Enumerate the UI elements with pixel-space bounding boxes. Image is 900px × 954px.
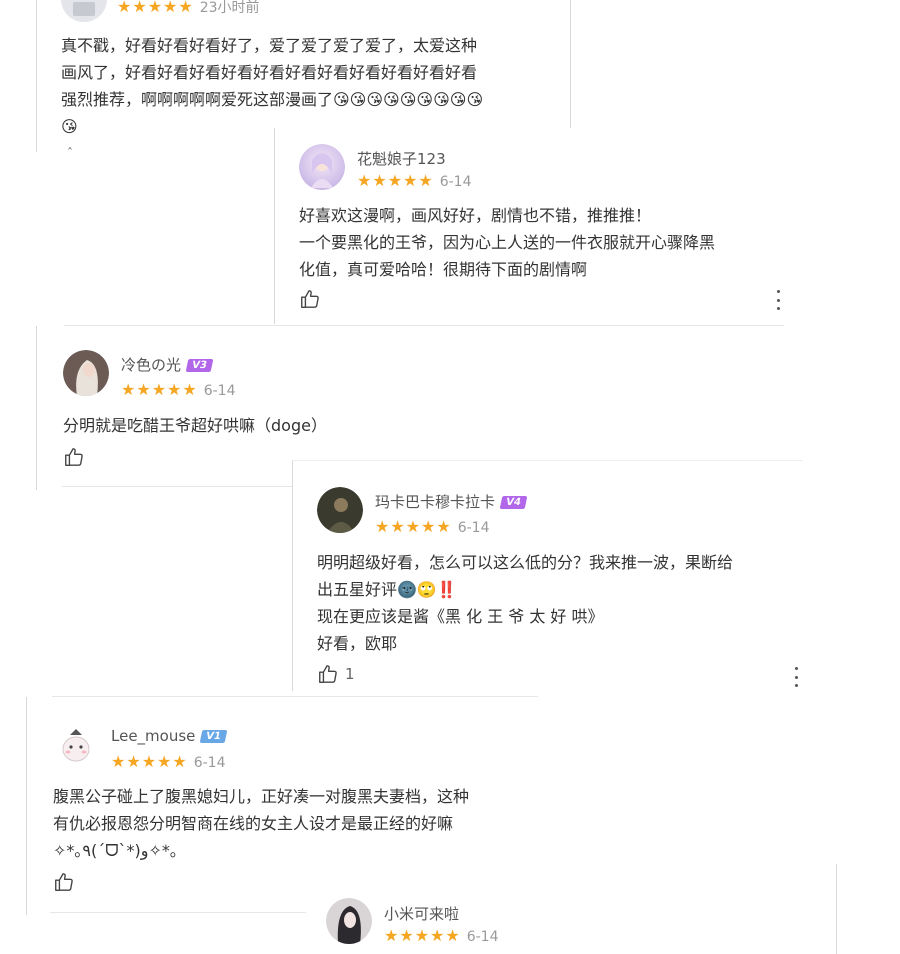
review-card: 花魁娘子123 ★★★★★ 6-14 好喜欢这漫啊，画风好好，剧情也不错，推推推！… xyxy=(274,128,787,324)
divider xyxy=(50,912,306,913)
review-date: 6-14 xyxy=(439,174,472,190)
username-text[interactable]: Lee_mouse xyxy=(111,727,195,745)
rating: ★★★★★ 6-14 xyxy=(111,752,226,771)
rating: ★★★★★ 6-14 xyxy=(121,380,236,399)
avatar-image xyxy=(299,144,345,190)
star-rating-icon: ★★★★★ xyxy=(357,171,434,190)
rating: ★★★★★ 6-14 xyxy=(357,171,472,190)
username[interactable]: 花魁娘子123 xyxy=(357,148,446,169)
star-rating-icon: ★★★★★ xyxy=(121,380,198,399)
review-card: 玛卡巴卡穆卡拉卡 V4 ★★★★★ 6-14 明明超级好看，怎么可以这么低的分？我来… xyxy=(292,460,803,691)
collapse-caret-icon[interactable]: ˆ xyxy=(67,146,73,160)
review-date: 6-14 xyxy=(457,520,490,536)
username[interactable]: 小米可来啦 xyxy=(384,903,459,924)
review-card: 小米可来啦 ★★★★★ 6-14 xyxy=(306,864,837,954)
review-date: 23小时前 xyxy=(199,0,260,16)
review-text: 好喜欢这漫啊，画风好好，剧情也不错，推推推！ 一个要黑化的王爷，因为心上人送的一… xyxy=(299,206,716,279)
thumb-up-icon[interactable] xyxy=(317,663,339,685)
review-date: 6-14 xyxy=(193,755,226,771)
avatar-image xyxy=(63,350,109,396)
avatar-image xyxy=(317,487,363,533)
star-rating-icon: ★★★★★ xyxy=(375,517,452,536)
review-text: 明明超级好看，怎么可以这么低的分？我来推一波，果断给 出五星好评🌚🙄‼️ 现在更… xyxy=(317,553,734,653)
avatar[interactable] xyxy=(53,723,99,769)
avatar-image xyxy=(326,898,372,944)
like-count: 1 xyxy=(345,665,355,683)
divider xyxy=(62,486,292,487)
vip-badge: V4 xyxy=(499,496,528,509)
review-text: 分明就是吃醋王爷超好哄嘛（doge） xyxy=(63,416,327,435)
avatar[interactable] xyxy=(326,898,372,944)
username-text[interactable]: 玛卡巴卡穆卡拉卡 xyxy=(375,493,495,511)
rating: ★★★★★ 6-14 xyxy=(384,926,499,945)
avatar[interactable] xyxy=(317,487,363,533)
avatar[interactable] xyxy=(61,0,107,22)
review-date: 6-14 xyxy=(203,383,236,399)
thumb-up-icon[interactable] xyxy=(53,871,75,893)
more-vertical-icon[interactable] xyxy=(775,290,781,310)
thumb-up-icon[interactable] xyxy=(63,446,85,468)
star-rating-icon: ★★★★★ xyxy=(384,926,461,945)
username[interactable]: Lee_mouse V1 xyxy=(111,727,228,745)
username[interactable]: 玛卡巴卡穆卡拉卡 V4 xyxy=(375,491,528,512)
vip-badge: V1 xyxy=(200,730,228,743)
default-avatar-icon xyxy=(61,0,107,22)
avatar[interactable] xyxy=(63,350,109,396)
username[interactable]: 冷色の光 V3 xyxy=(121,354,214,375)
rating: ★★★★★ 6-14 xyxy=(375,517,490,536)
vip-badge: V3 xyxy=(185,359,214,372)
star-rating-icon: ★★★★★ xyxy=(117,0,194,16)
more-vertical-icon[interactable] xyxy=(793,667,799,687)
star-rating-icon: ★★★★★ xyxy=(111,752,188,771)
review-text: 真不戳，好看好看好看好了，爱了爱了爱了爱了，太爱这种 画风了，好看好看好看好看好… xyxy=(61,36,484,136)
review-date: 6-14 xyxy=(466,929,499,945)
review-text: 腹黑公子碰上了腹黑媳妇儿，正好凑一对腹黑夫妻档，这种 有仇必报恩怨分明智商在线的… xyxy=(53,787,470,860)
avatar-image xyxy=(53,723,99,769)
thumb-up-icon[interactable] xyxy=(299,288,321,310)
avatar[interactable] xyxy=(299,144,345,190)
username-text[interactable]: 冷色の光 xyxy=(121,356,181,374)
rating: ★★★★★ 23小时前 xyxy=(117,0,260,17)
